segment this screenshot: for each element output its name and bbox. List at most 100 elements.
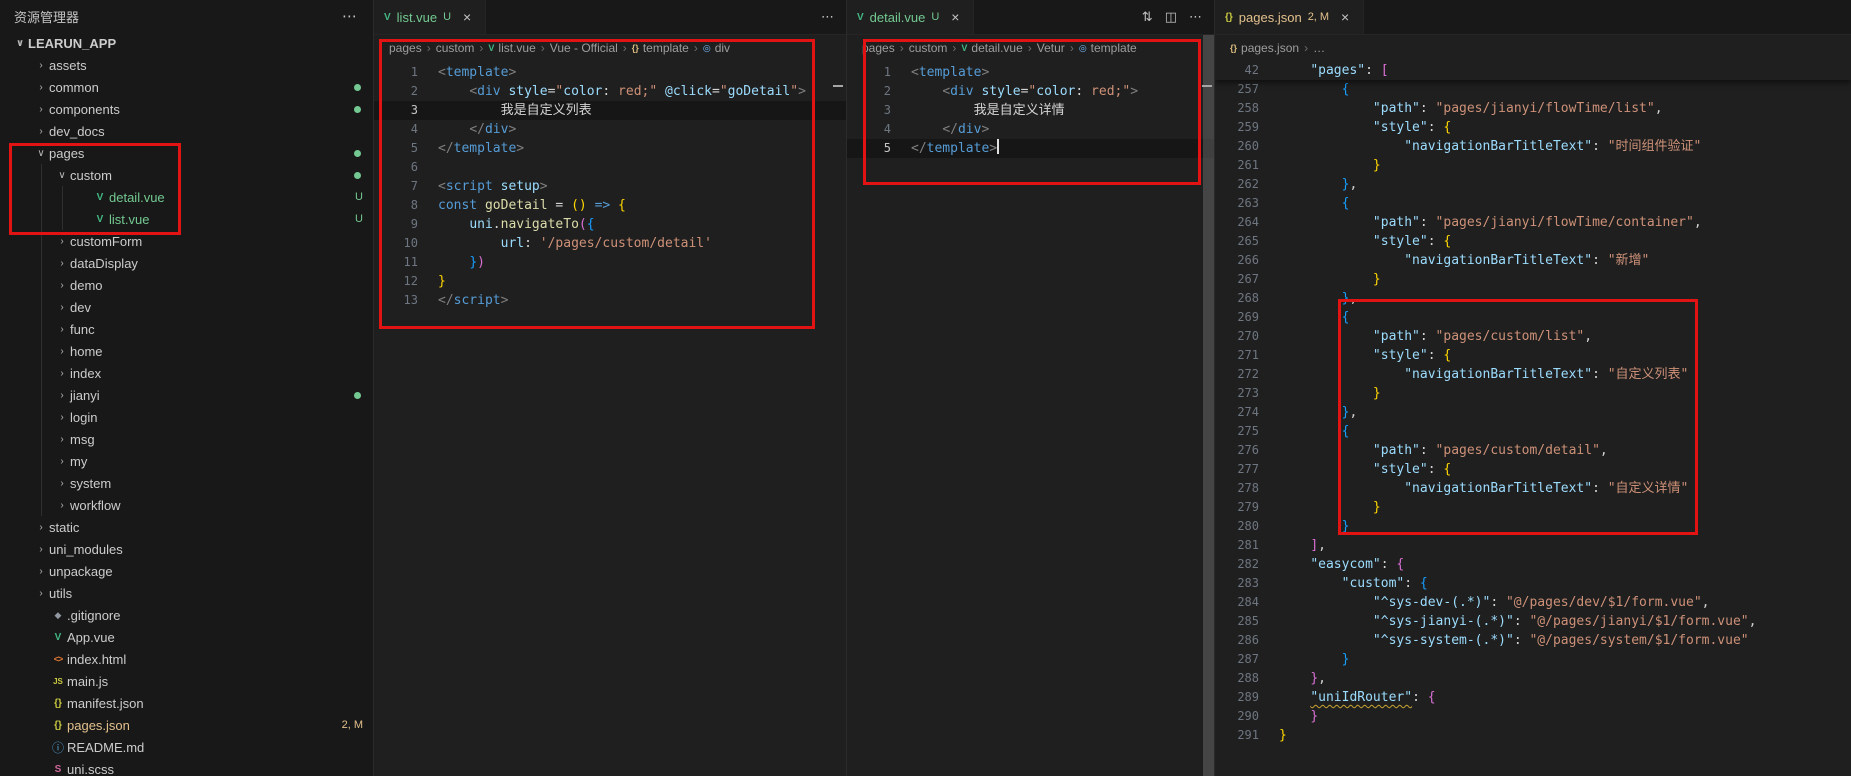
tree-file-App.vue[interactable]: VApp.vue xyxy=(0,626,373,648)
code-line[interactable]: 268 }, xyxy=(1215,289,1851,308)
breadcrumb-item[interactable]: … xyxy=(1313,41,1325,55)
line-number[interactable]: 4 xyxy=(374,120,418,139)
split-editor-icon[interactable]: ◫ xyxy=(1165,9,1177,25)
line-number[interactable]: 2 xyxy=(374,82,418,101)
code-line[interactable]: 3 我是自定义列表 xyxy=(374,101,846,120)
code-line[interactable]: 9 uni.navigateTo({ xyxy=(374,215,846,234)
line-number[interactable]: 281 xyxy=(1215,536,1259,555)
code-line[interactable]: 3 我是自定义详情 xyxy=(847,101,1214,120)
tree-folder-dataDisplay[interactable]: ›dataDisplay xyxy=(0,252,373,274)
code-line[interactable]: 5</template> xyxy=(847,139,1214,158)
tree-file-detail.vue[interactable]: Vdetail.vueU xyxy=(0,186,373,208)
line-number[interactable]: 42 xyxy=(1215,61,1259,80)
tree-folder-login[interactable]: ›login xyxy=(0,406,373,428)
line-number[interactable]: 9 xyxy=(374,215,418,234)
line-number[interactable]: 288 xyxy=(1215,669,1259,688)
line-number[interactable]: 261 xyxy=(1215,156,1259,175)
code-line[interactable]: 5</template> xyxy=(374,139,846,158)
line-number[interactable]: 273 xyxy=(1215,384,1259,403)
code-line[interactable]: 13</script> xyxy=(374,291,846,310)
line-number[interactable]: 268 xyxy=(1215,289,1259,308)
breadcrumb-item[interactable]: {}template xyxy=(632,41,689,55)
code-editor-pages-json[interactable]: 42 "pages": [ 257 {258 "path": "pages/ji… xyxy=(1215,61,1851,776)
line-number[interactable]: 269 xyxy=(1215,308,1259,327)
line-number[interactable]: 2 xyxy=(847,82,891,101)
code-line[interactable]: 289 "uniIdRouter": { xyxy=(1215,688,1851,707)
code-line[interactable]: 282 "easycom": { xyxy=(1215,555,1851,574)
code-line[interactable]: 6 xyxy=(374,158,846,177)
code-line[interactable]: 260 "navigationBarTitleText": "时间组件验证" xyxy=(1215,137,1851,156)
tree-folder-components[interactable]: ›components xyxy=(0,98,373,120)
line-number[interactable]: 271 xyxy=(1215,346,1259,365)
line-number[interactable]: 266 xyxy=(1215,251,1259,270)
breadcrumb-item[interactable]: pages xyxy=(389,41,422,55)
tree-folder-unpackage[interactable]: ›unpackage xyxy=(0,560,373,582)
close-tab-icon[interactable]: × xyxy=(459,9,475,25)
code-editor-detail-vue[interactable]: 1<template>2 <div style="color: red;">3 … xyxy=(847,61,1214,776)
code-line[interactable]: 257 { xyxy=(1215,80,1851,99)
tree-folder-dev[interactable]: ›dev xyxy=(0,296,373,318)
code-line[interactable]: 2 <div style="color: red;"> xyxy=(847,82,1214,101)
code-line[interactable]: 287 } xyxy=(1215,650,1851,669)
line-number[interactable]: 279 xyxy=(1215,498,1259,517)
code-line[interactable]: 288 }, xyxy=(1215,669,1851,688)
breadcrumb-item[interactable]: ◎template xyxy=(1079,41,1137,55)
line-number[interactable]: 280 xyxy=(1215,517,1259,536)
code-line[interactable]: 4 </div> xyxy=(374,120,846,139)
line-number[interactable]: 258 xyxy=(1215,99,1259,118)
line-number[interactable]: 289 xyxy=(1215,688,1259,707)
tree-folder-static[interactable]: ›static xyxy=(0,516,373,538)
tree-file-uni.scss[interactable]: Suni.scss xyxy=(0,758,373,776)
tree-folder-pages[interactable]: ∨pages xyxy=(0,142,373,164)
tree-folder-workflow[interactable]: ›workflow xyxy=(0,494,373,516)
tree-folder-func[interactable]: ›func xyxy=(0,318,373,340)
line-number[interactable]: 291 xyxy=(1215,726,1259,745)
tree-folder-msg[interactable]: ›msg xyxy=(0,428,373,450)
more-icon[interactable]: ⋯ xyxy=(1189,9,1202,25)
tree-folder-demo[interactable]: ›demo xyxy=(0,274,373,296)
breadcrumb-item[interactable]: Vue - Official xyxy=(550,41,618,55)
tree-file-list.vue[interactable]: Vlist.vueU xyxy=(0,208,373,230)
code-line[interactable]: 283 "custom": { xyxy=(1215,574,1851,593)
line-number[interactable]: 285 xyxy=(1215,612,1259,631)
line-number[interactable]: 3 xyxy=(847,101,891,120)
code-line[interactable]: 263 { xyxy=(1215,194,1851,213)
code-line[interactable]: 8const goDetail = () => { xyxy=(374,196,846,215)
line-number[interactable]: 257 xyxy=(1215,80,1259,99)
breadcrumb-item[interactable]: Vdetail.vue xyxy=(961,41,1022,55)
code-line[interactable]: 274 }, xyxy=(1215,403,1851,422)
tree-folder-dev_docs[interactable]: ›dev_docs xyxy=(0,120,373,142)
tree-folder-index[interactable]: ›index xyxy=(0,362,373,384)
close-tab-icon[interactable]: × xyxy=(947,9,963,25)
code-line[interactable]: 42 "pages": [ xyxy=(1215,61,1851,80)
tree-file-pages.json[interactable]: {}pages.json2, M xyxy=(0,714,373,736)
tree-file-main.js[interactable]: JSmain.js xyxy=(0,670,373,692)
line-number[interactable]: 267 xyxy=(1215,270,1259,289)
line-number[interactable]: 277 xyxy=(1215,460,1259,479)
line-number[interactable]: 287 xyxy=(1215,650,1259,669)
breadcrumb-item[interactable]: custom xyxy=(909,41,948,55)
code-line[interactable]: 1<template> xyxy=(847,63,1214,82)
line-number[interactable]: 13 xyxy=(374,291,418,310)
code-line[interactable]: 270 "path": "pages/custom/list", xyxy=(1215,327,1851,346)
tree-folder-custom[interactable]: ∨custom xyxy=(0,164,373,186)
scrollbar[interactable] xyxy=(1203,35,1214,776)
breadcrumb-item[interactable]: custom xyxy=(436,41,475,55)
line-number[interactable]: 276 xyxy=(1215,441,1259,460)
code-line[interactable]: 279 } xyxy=(1215,498,1851,517)
breadcrumb-item[interactable]: ◎div xyxy=(703,41,730,55)
line-number[interactable]: 4 xyxy=(847,120,891,139)
code-line[interactable]: 262 }, xyxy=(1215,175,1851,194)
code-line[interactable]: 4 </div> xyxy=(847,120,1214,139)
code-line[interactable]: 266 "navigationBarTitleText": "新增" xyxy=(1215,251,1851,270)
line-number[interactable]: 282 xyxy=(1215,555,1259,574)
code-line[interactable]: 272 "navigationBarTitleText": "自定义列表" xyxy=(1215,365,1851,384)
code-line[interactable]: 280 } xyxy=(1215,517,1851,536)
line-number[interactable]: 5 xyxy=(847,139,891,158)
code-line[interactable]: 273 } xyxy=(1215,384,1851,403)
line-number[interactable]: 262 xyxy=(1215,175,1259,194)
code-line[interactable]: 261 } xyxy=(1215,156,1851,175)
code-line[interactable]: 291} xyxy=(1215,726,1851,745)
tree-file-index.html[interactable]: <>index.html xyxy=(0,648,373,670)
tab-list-vue[interactable]: V list.vue U × xyxy=(374,0,486,34)
